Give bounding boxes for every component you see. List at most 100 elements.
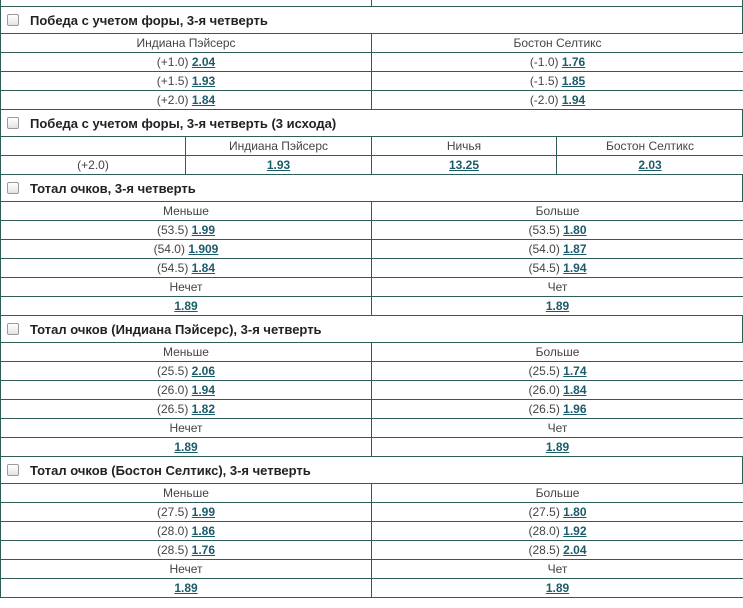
market-checkbox[interactable] [7, 323, 19, 335]
odds-cell: (28.0) 1.86 [0, 521, 372, 541]
odds-link[interactable]: 1.84 [192, 261, 215, 275]
market-title-text: Победа с учетом форы, 3-я четверть (3 ис… [30, 115, 337, 131]
odds-cell: (27.5) 1.80 [371, 502, 743, 522]
odds-cell: (53.5) 1.99 [0, 220, 372, 240]
odds-link[interactable]: 1.94 [563, 261, 586, 275]
market-checkbox[interactable] [7, 182, 19, 194]
column-header: Чет [371, 559, 743, 579]
odds-link[interactable]: 1.89 [546, 299, 569, 313]
table-row: (28.0) 1.86 (28.0) 1.92 [0, 521, 743, 541]
handicap-cell: (+2.0) [0, 155, 186, 175]
odds-link[interactable]: 1.89 [174, 440, 197, 454]
odds-link[interactable]: 1.909 [188, 242, 218, 256]
odds-cell: (28.0) 1.92 [371, 521, 743, 541]
table-header-row: Меньше Больше [0, 201, 743, 221]
odds-link[interactable]: 1.89 [546, 581, 569, 595]
odds-link[interactable]: 1.76 [192, 543, 215, 557]
table-row: 1.89 1.89 [0, 437, 743, 457]
column-header: Бостон Селтикс [556, 136, 743, 156]
market-checkbox[interactable] [7, 14, 19, 26]
odds-link[interactable]: 1.84 [563, 383, 586, 397]
column-header: Больше [371, 342, 743, 362]
table-row: (27.5) 1.99 (27.5) 1.80 [0, 502, 743, 522]
total-value: (28.0) [528, 523, 560, 538]
odds-cell: (28.5) 2.04 [371, 540, 743, 560]
table-row: (25.5) 2.06 (25.5) 1.74 [0, 361, 743, 381]
odds-link[interactable]: 1.94 [192, 383, 215, 397]
odds-link[interactable]: 1.76 [562, 55, 585, 69]
column-header: Индиана Пэйсерс [185, 136, 372, 156]
table-header-row: Индиана Пэйсерс Ничья Бостон Селтикс [0, 136, 743, 156]
odds-link[interactable]: 1.86 [192, 524, 215, 538]
odds-link[interactable]: 1.80 [563, 505, 586, 519]
odds-link[interactable]: 1.94 [562, 93, 585, 107]
total-value: (28.5) [528, 542, 560, 557]
odds-cell: 1.93 [185, 155, 372, 175]
odds-link[interactable]: 1.85 [562, 74, 585, 88]
odds-link[interactable]: 1.93 [267, 158, 290, 172]
market-title-handicap-q3: Победа с учетом форы, 3-я четверть [0, 7, 743, 33]
table-header-row: Нечет Чет [0, 277, 743, 297]
table-row: (54.5) 1.84 (54.5) 1.94 [0, 258, 743, 278]
column-header: Нечет [0, 418, 372, 438]
table-row: (54.0) 1.909 (54.0) 1.87 [0, 239, 743, 259]
odds-cell: (26.5) 1.82 [0, 399, 372, 419]
odds-link[interactable]: 1.89 [546, 440, 569, 454]
market-table-handicap-3way-q3: Индиана Пэйсерс Ничья Бостон Селтикс (+2… [0, 136, 743, 175]
total-value: (54.0) [153, 241, 185, 256]
market-title-text: Тотал очков (Индиана Пэйсерс), 3-я четве… [30, 321, 322, 337]
odds-link[interactable]: 2.06 [192, 364, 215, 378]
market-checkbox[interactable] [7, 464, 19, 476]
odds-link[interactable]: 1.96 [563, 402, 586, 416]
column-header: Меньше [0, 342, 372, 362]
odds-link[interactable]: 2.04 [192, 55, 215, 69]
handicap-value: (+2.0) [77, 157, 109, 172]
odds-cell: (-1.0) 1.76 [371, 52, 743, 72]
market-table-total-indiana-q3: Меньше Больше (25.5) 2.06 (25.5) 1.74 (2… [0, 342, 743, 457]
odds-cell: 1.89 [0, 578, 372, 598]
table-row: (26.0) 1.94 (26.0) 1.84 [0, 380, 743, 400]
total-value: (53.5) [156, 222, 189, 237]
odds-link[interactable]: 1.99 [192, 223, 215, 237]
table-row: (28.5) 1.76 (28.5) 2.04 [0, 540, 743, 560]
column-header: Больше [371, 483, 743, 503]
odds-cell: 1.89 [371, 578, 743, 598]
odds-link[interactable]: 1.93 [192, 74, 215, 88]
odds-link[interactable]: 2.03 [638, 158, 661, 172]
odds-cell: (54.5) 1.94 [371, 258, 743, 278]
odds-cell: (54.0) 1.909 [0, 239, 372, 259]
odds-cell: (27.5) 1.99 [0, 502, 372, 522]
market-checkbox[interactable] [7, 117, 19, 129]
column-header: Чет [371, 277, 743, 297]
total-value: (28.5) [156, 542, 189, 557]
odds-cell: (+2.0) 1.84 [0, 90, 372, 110]
column-header: Чет [371, 418, 743, 438]
odds-link[interactable]: 2.04 [563, 543, 586, 557]
table-row: (+2.0) 1.84 (-2.0) 1.94 [0, 90, 743, 110]
market-title-total-boston-q3: Тотал очков (Бостон Селтикс), 3-я четвер… [0, 457, 743, 483]
table-header-row: Нечет Чет [0, 559, 743, 579]
table-header-row: Меньше Больше [0, 483, 743, 503]
table-row: (53.5) 1.99 (53.5) 1.80 [0, 220, 743, 240]
odds-link[interactable]: 1.87 [563, 242, 586, 256]
column-header: Нечет [0, 277, 372, 297]
column-header: Больше [371, 201, 743, 221]
odds-link[interactable]: 1.92 [563, 524, 586, 538]
odds-link[interactable]: 1.99 [192, 505, 215, 519]
odds-link[interactable]: 1.84 [192, 93, 215, 107]
market-title-text: Победа с учетом форы, 3-я четверть [30, 12, 268, 28]
top-table-edge [0, 0, 743, 7]
odds-link[interactable]: 1.80 [563, 223, 586, 237]
odds-link[interactable]: 1.82 [192, 402, 215, 416]
handicap-value: (-1.0) [529, 54, 559, 69]
odds-cell: (54.0) 1.87 [371, 239, 743, 259]
odds-link[interactable]: 1.74 [563, 364, 586, 378]
odds-cell: (54.5) 1.84 [0, 258, 372, 278]
odds-link[interactable]: 1.89 [174, 581, 197, 595]
table-row: (+1.0) 2.04 (-1.0) 1.76 [0, 52, 743, 72]
odds-link[interactable]: 1.89 [174, 299, 197, 313]
odds-link[interactable]: 13.25 [449, 158, 479, 172]
total-value: (26.0) [528, 382, 560, 397]
odds-cell: (26.0) 1.94 [0, 380, 372, 400]
odds-cell: (26.5) 1.96 [371, 399, 743, 419]
